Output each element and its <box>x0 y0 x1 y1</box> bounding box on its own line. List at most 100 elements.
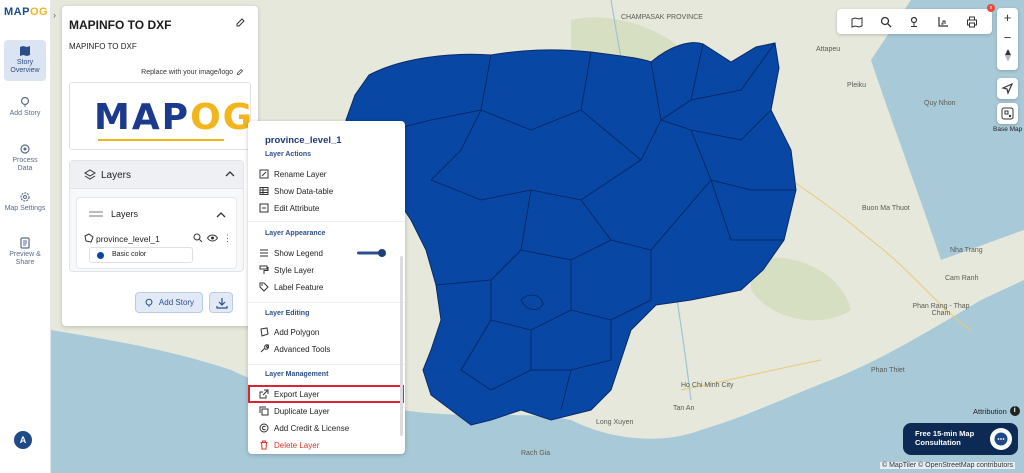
chevron-up-icon[interactable] <box>225 170 235 178</box>
rail-item-story-overview[interactable]: Story Overview <box>4 40 46 81</box>
rail-item-label: Map Settings <box>4 205 46 212</box>
location-pin-icon <box>145 298 153 307</box>
avatar[interactable]: A <box>14 431 32 449</box>
rename-layer-label: Rename Layer <box>274 169 327 179</box>
consultation-banner[interactable]: Free 15-min Map Consultation <box>903 423 1018 455</box>
compass-button[interactable] <box>997 48 1018 68</box>
base-map-icon <box>1001 107 1014 120</box>
section-layer-actions: Layer Actions <box>265 151 312 158</box>
drag-handle-icon[interactable] <box>89 211 103 217</box>
search-icon[interactable] <box>880 16 892 28</box>
style-layer-label: Style Layer <box>274 265 315 275</box>
chat-bubble-icon[interactable] <box>990 428 1012 450</box>
map-label-champasak: CHAMPASAK PROVINCE <box>621 14 703 21</box>
navigate-button[interactable] <box>997 78 1018 99</box>
location-pin-icon <box>20 96 30 107</box>
zoom-to-layer-icon[interactable] <box>193 233 203 243</box>
rail-item-label: Process Data <box>12 157 38 173</box>
label-feature-item[interactable]: Label Feature <box>259 279 399 295</box>
style-color-swatch <box>97 252 104 259</box>
replace-logo-label: Replace with your image/logo <box>141 68 233 76</box>
layers-header-label: Layers <box>101 170 132 181</box>
expand-rail-chevron-icon[interactable]: › <box>53 10 56 20</box>
app-logo[interactable]: MAPOG <box>4 6 48 18</box>
chat-dots-icon <box>994 432 1008 446</box>
print-icon[interactable] <box>966 16 978 28</box>
copyright-icon <box>259 423 269 433</box>
story-title: MAPINFO TO DXF <box>69 18 172 32</box>
polygon-layer-icon <box>84 233 94 243</box>
menu-divider <box>248 302 405 303</box>
base-map-label: Base Map <box>993 126 1023 133</box>
rename-layer-item[interactable]: Rename Layer <box>259 166 399 182</box>
section-layer-appearance: Layer Appearance <box>265 230 326 237</box>
map-label-rach-gia: Rach Gia <box>521 450 551 457</box>
map-label-tan-an: Tan An <box>673 405 695 412</box>
rename-icon <box>259 169 269 179</box>
map-label-pleiku: Pleiku <box>847 82 867 89</box>
add-credit-item[interactable]: Add Credit & License <box>259 420 399 436</box>
toolbar-close-badge[interactable]: x <box>987 4 995 12</box>
map-label-nha-trang: Nha Trang <box>950 247 983 254</box>
export-layer-highlight <box>248 385 404 403</box>
add-polygon-item[interactable]: Add Polygon <box>259 324 399 340</box>
replace-logo-link[interactable]: Replace with your image/logo <box>141 68 244 76</box>
base-map-button[interactable] <box>997 103 1018 124</box>
rail-item-map-settings[interactable]: Map Settings <box>4 191 46 213</box>
add-story-button[interactable]: Add Story <box>135 292 203 313</box>
more-options-icon[interactable]: ⋮ <box>223 233 232 244</box>
map-copyright: © MapTiler © OpenStreetMap contributors <box>880 462 1016 469</box>
settings-gear-icon <box>20 192 30 202</box>
logo-text-accent: OG <box>29 6 49 18</box>
map-label-attapeu: Attapeu <box>816 46 841 53</box>
attribution-control[interactable]: Attribution i <box>973 406 1020 416</box>
menu-scrollbar[interactable] <box>400 256 403 436</box>
duplicate-layer-label: Duplicate Layer <box>274 406 330 416</box>
advanced-tools-item[interactable]: Advanced Tools <box>259 341 399 357</box>
map-view-icon[interactable] <box>851 16 863 28</box>
zoom-out-button[interactable]: − <box>997 28 1018 48</box>
layers-group-label: Layers <box>111 209 139 219</box>
locate-pin-icon[interactable] <box>908 16 920 28</box>
preview-share-icon <box>20 237 30 249</box>
logo-underline <box>98 139 224 141</box>
edit-attribute-icon <box>259 203 269 213</box>
rail-item-process-data[interactable]: Process Data <box>4 143 46 174</box>
zoom-in-button[interactable]: + <box>997 8 1018 28</box>
tag-icon <box>259 282 269 292</box>
story-logo-image[interactable]: MAPOG <box>69 82 252 150</box>
advanced-tools-label: Advanced Tools <box>274 344 331 354</box>
layers-header[interactable]: Layers <box>70 161 243 189</box>
map-label-quy-nhon: Quy Nhon <box>924 100 956 107</box>
show-legend-label: Show Legend <box>274 248 323 258</box>
style-label: Basic color <box>112 251 147 258</box>
logo-text-main: MAP <box>4 6 30 18</box>
edit-attribute-item[interactable]: Edit Attribute <box>259 200 399 216</box>
measure-icon[interactable] <box>937 16 949 28</box>
rail-item-label: Preview & Share <box>9 251 41 267</box>
delete-layer-item[interactable]: Delete Layer <box>259 437 399 453</box>
add-story-label: Add Story <box>158 298 195 307</box>
left-rail: MAPOG Story Overview Add Story Process D… <box>0 0 51 473</box>
polygon-draw-icon <box>260 327 269 337</box>
layers-group: Layers province_level_1 ⋮ Basic color <box>76 197 237 269</box>
duplicate-icon <box>259 406 269 416</box>
download-button[interactable] <box>209 292 233 313</box>
table-icon <box>259 187 269 195</box>
layer-name[interactable]: province_level_1 <box>96 234 160 244</box>
layer-style-chip[interactable]: Basic color <box>89 247 193 263</box>
map-label-buon-ma-thuot: Buon Ma Thuot <box>862 205 910 212</box>
attribution-label: Attribution <box>973 406 1007 416</box>
download-icon <box>216 298 228 309</box>
rail-item-add-story[interactable]: Add Story <box>4 96 46 118</box>
show-legend-toggle[interactable] <box>357 249 387 257</box>
rail-item-preview-share[interactable]: Preview & Share <box>4 237 46 268</box>
edit-pencil-icon[interactable] <box>235 17 246 28</box>
style-layer-item[interactable]: Style Layer <box>259 262 399 278</box>
show-datatable-item[interactable]: Show Data-table <box>259 183 399 199</box>
duplicate-layer-item[interactable]: Duplicate Layer <box>259 403 399 419</box>
visibility-eye-icon[interactable] <box>207 234 218 242</box>
map-label-cam-ranh: Cam Ranh <box>945 275 979 282</box>
label-feature-label: Label Feature <box>274 282 324 292</box>
chevron-up-icon[interactable] <box>216 211 226 218</box>
